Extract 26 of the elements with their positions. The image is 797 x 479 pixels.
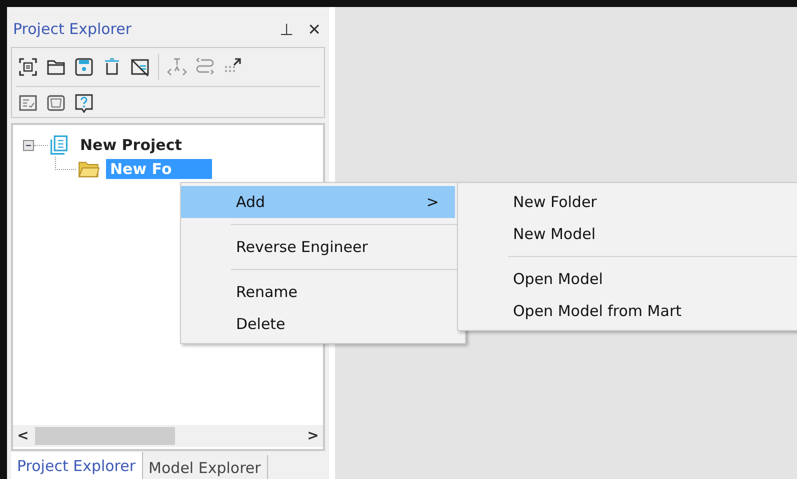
tab[interactable]: Project Explorer: [11, 452, 143, 479]
save-icon[interactable]: [74, 57, 94, 77]
menu-item[interactable]: Reverse Engineer: [181, 231, 455, 263]
shape-icon[interactable]: [46, 93, 66, 113]
checklist-icon[interactable]: [18, 93, 38, 113]
trash-icon[interactable]: [102, 57, 122, 77]
scroll-right-button[interactable]: >: [303, 428, 323, 444]
close-button[interactable]: ✕: [304, 20, 325, 38]
tree-item[interactable]: New Project: [76, 135, 186, 155]
panel-title: Project Explorer: [13, 20, 133, 38]
pin-button[interactable]: ⊥: [276, 20, 298, 38]
scroll-left-button[interactable]: <: [13, 428, 33, 444]
help-icon[interactable]: [74, 93, 94, 113]
horizontal-scrollbar[interactable]: < >: [13, 425, 323, 447]
document-icon[interactable]: [18, 57, 38, 77]
menu-item[interactable]: New Model: [458, 218, 797, 250]
menu-item[interactable]: Open Model from Mart: [458, 295, 797, 327]
menu-item[interactable]: Rename: [181, 276, 455, 308]
menu-item[interactable]: Open Model: [458, 263, 797, 295]
submenu-arrow-icon: >: [426, 193, 439, 211]
crossed-screen-icon[interactable]: [130, 57, 150, 77]
menu-item[interactable]: Add >: [181, 186, 455, 218]
menu-item[interactable]: New Folder: [458, 186, 797, 218]
collapse-toggle-icon[interactable]: [23, 140, 34, 150]
menu-item[interactable]: Delete: [181, 308, 455, 340]
project-icon: [48, 134, 70, 156]
